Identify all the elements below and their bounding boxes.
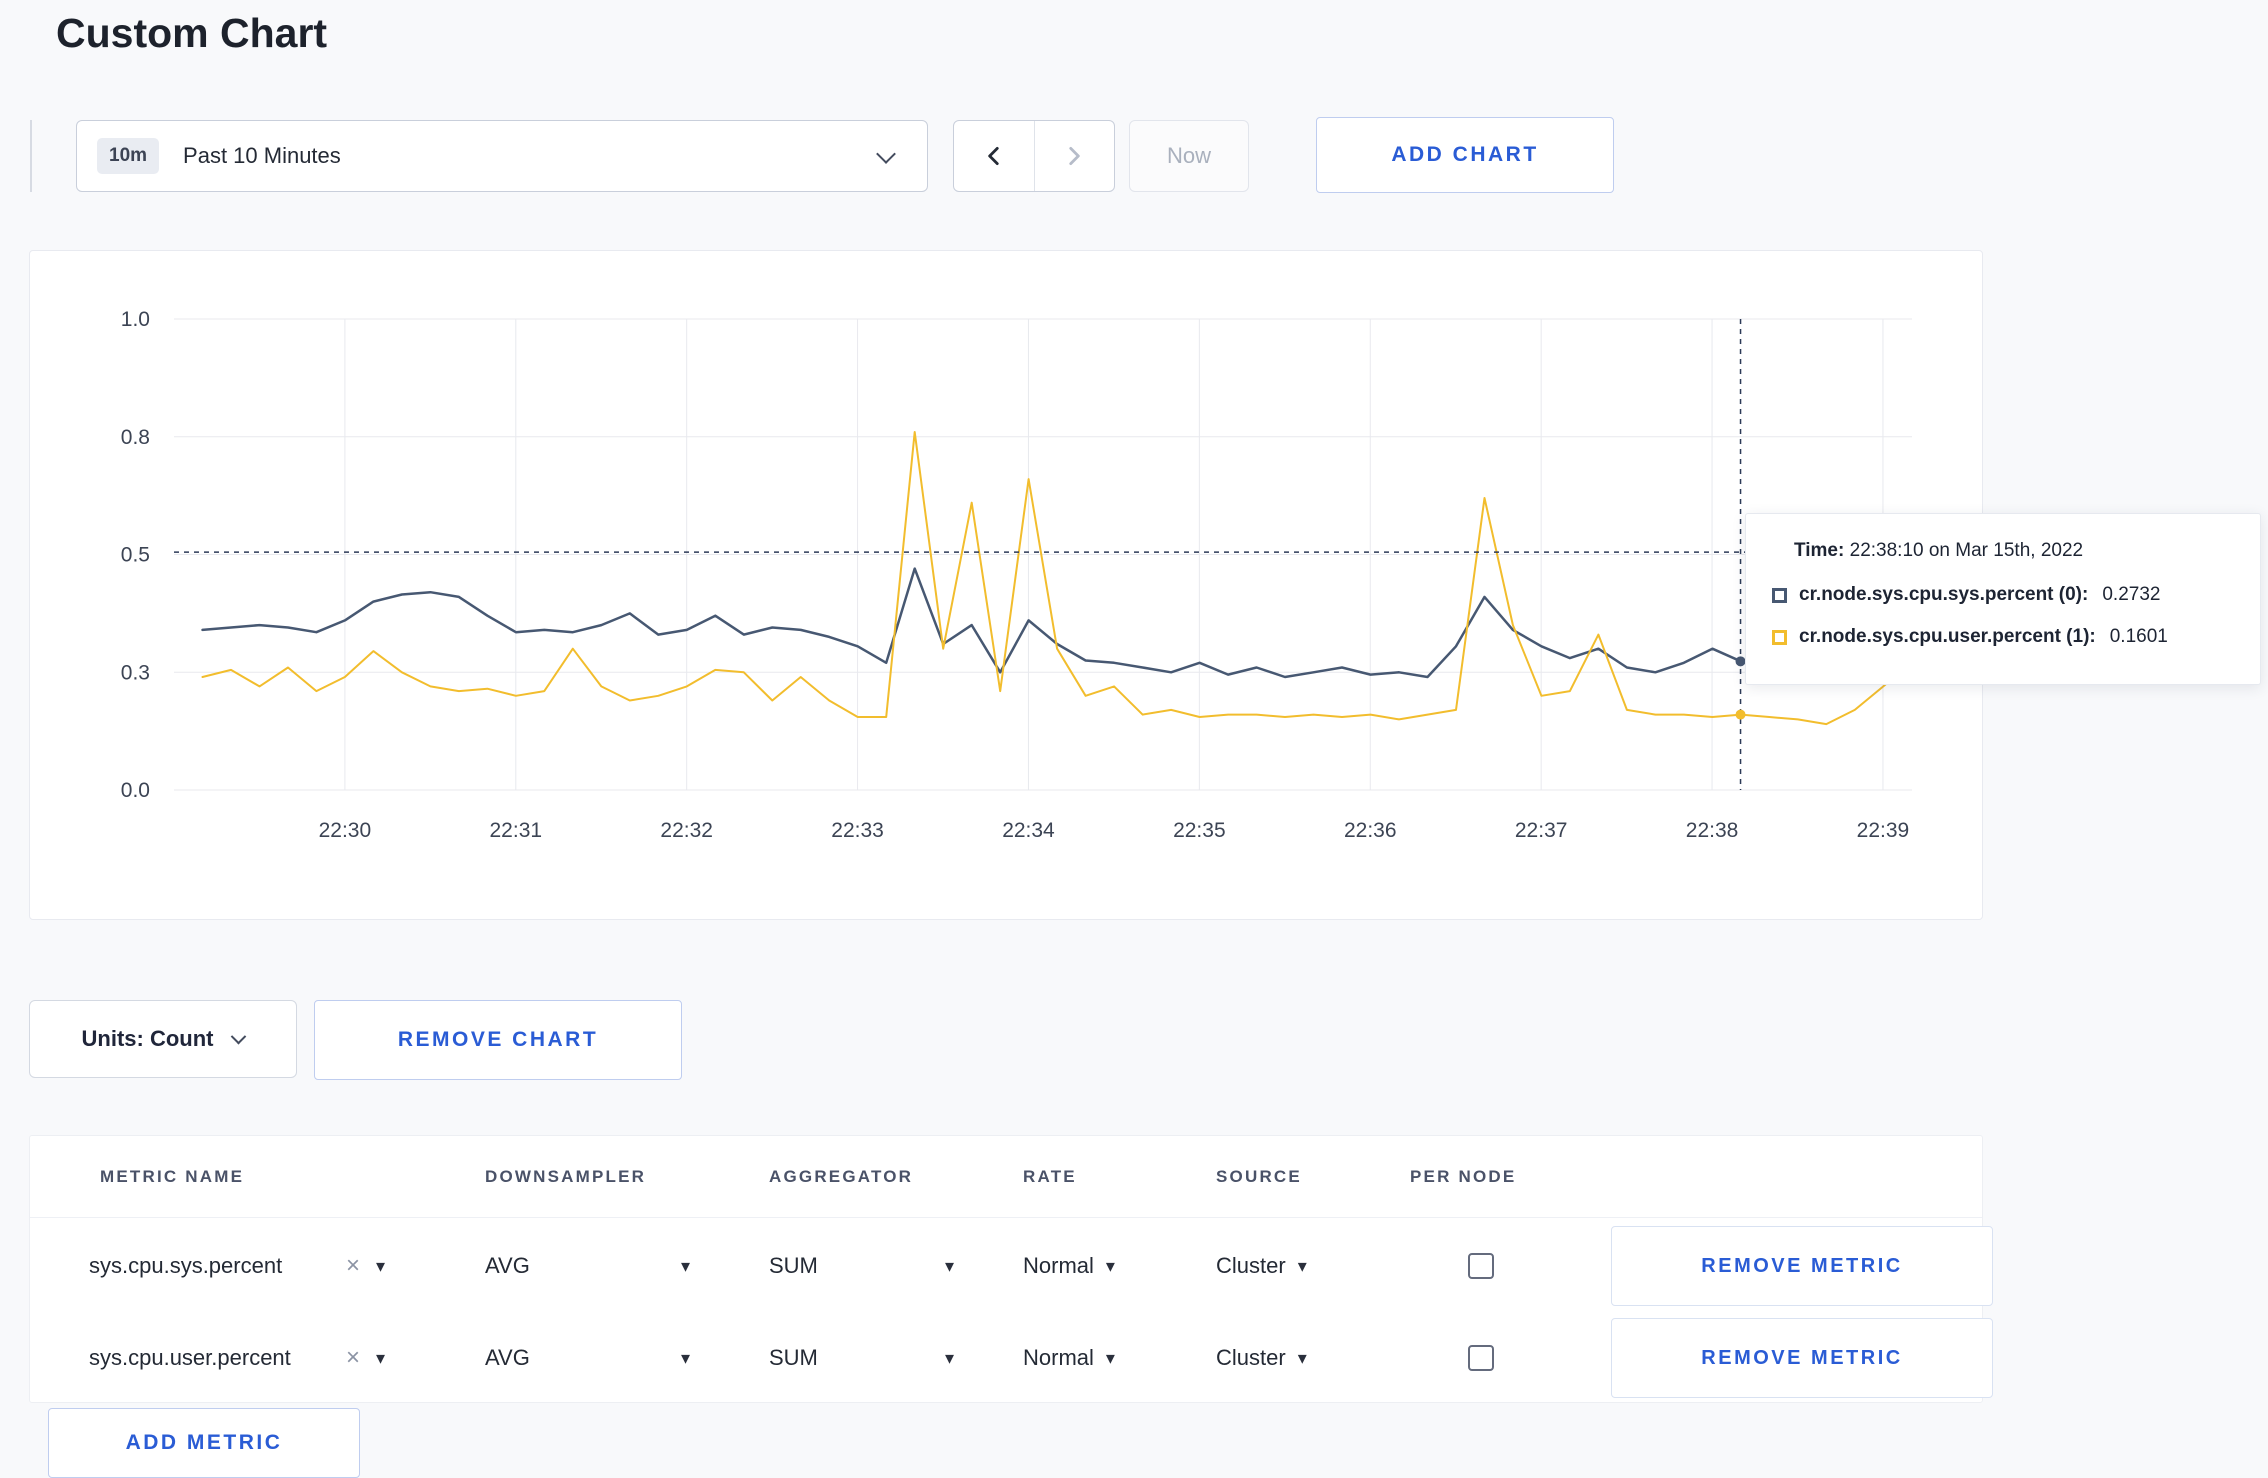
page-title: Custom Chart <box>56 10 328 56</box>
metric-name-value: sys.cpu.sys.percent <box>89 1253 283 1278</box>
per-node-checkbox[interactable] <box>1468 1253 1494 1279</box>
column-header-downsampler: DOWNSAMPLER <box>485 1167 647 1186</box>
aggregator-select[interactable]: SUM ▾ <box>769 1345 954 1371</box>
aggregator-select[interactable]: SUM ▾ <box>769 1253 954 1279</box>
source-select[interactable]: Cluster ▾ <box>1216 1253 1307 1279</box>
metrics-table-header: METRIC NAME DOWNSAMPLER AGGREGATOR RATE … <box>30 1136 1982 1218</box>
svg-text:0.5: 0.5 <box>121 544 150 567</box>
tooltip-series-sys-value: 0.2732 <box>2102 584 2161 605</box>
metric-row: sys.cpu.sys.percent × ▾ AVG ▾ SUM ▾ Norm… <box>30 1220 1993 1312</box>
previous-range-button[interactable] <box>954 121 1035 191</box>
aggregator-value: SUM <box>769 1345 818 1370</box>
svg-text:1.0: 1.0 <box>121 308 150 331</box>
caret-down-icon: ▾ <box>1297 1347 1307 1368</box>
source-value: Cluster <box>1216 1253 1286 1278</box>
column-header-per-node: PER NODE <box>1410 1167 1517 1186</box>
svg-text:0.8: 0.8 <box>121 426 150 449</box>
caret-down-icon: ▾ <box>944 1347 954 1368</box>
chevron-left-icon <box>988 147 999 165</box>
svg-text:22:39: 22:39 <box>1857 819 1910 842</box>
column-header-rate: RATE <box>1023 1167 1077 1186</box>
downsampler-value: AVG <box>485 1345 530 1370</box>
source-select[interactable]: Cluster ▾ <box>1216 1345 1307 1371</box>
remove-chart-button[interactable]: REMOVE CHART <box>314 1000 682 1080</box>
source-value: Cluster <box>1216 1345 1286 1370</box>
remove-metric-button[interactable]: REMOVE METRIC <box>1611 1226 1993 1306</box>
units-label: Units: Count <box>81 1026 214 1051</box>
per-node-cell <box>1410 1220 1552 1312</box>
toolbar-divider <box>30 120 32 192</box>
now-button[interactable]: Now <box>1129 120 1249 192</box>
aggregator-value: SUM <box>769 1253 818 1278</box>
svg-text:22:35: 22:35 <box>1173 819 1226 842</box>
clear-metric-icon[interactable]: × <box>346 1254 360 1278</box>
clear-metric-icon[interactable]: × <box>346 1346 360 1370</box>
svg-text:22:30: 22:30 <box>319 819 372 842</box>
column-header-aggregator: AGGREGATOR <box>769 1167 914 1186</box>
column-header-source: SOURCE <box>1216 1167 1302 1186</box>
rate-select[interactable]: Normal ▾ <box>1023 1253 1115 1279</box>
svg-text:22:36: 22:36 <box>1344 819 1397 842</box>
caret-down-icon: ▾ <box>680 1255 690 1276</box>
rate-value: Normal <box>1023 1253 1094 1278</box>
svg-text:22:33: 22:33 <box>831 819 884 842</box>
chevron-down-icon <box>876 144 896 164</box>
caret-down-icon: ▾ <box>944 1255 954 1276</box>
caret-down-icon: ▾ <box>375 1255 385 1276</box>
time-range-label: Past 10 Minutes <box>183 143 341 168</box>
rate-select[interactable]: Normal ▾ <box>1023 1345 1115 1371</box>
metric-name-value: sys.cpu.user.percent <box>89 1345 291 1370</box>
per-node-cell <box>1410 1312 1552 1404</box>
downsampler-select[interactable]: AVG ▾ <box>485 1253 690 1279</box>
per-node-checkbox[interactable] <box>1468 1345 1494 1371</box>
caret-down-icon: ▾ <box>680 1347 690 1368</box>
caret-down-icon: ▾ <box>1105 1347 1115 1368</box>
next-range-button[interactable] <box>1035 121 1115 191</box>
time-range-badge: 10m <box>97 138 160 174</box>
add-chart-button[interactable]: ADD CHART <box>1316 117 1614 193</box>
caret-down-icon: ▾ <box>1297 1255 1307 1276</box>
time-pager <box>953 120 1115 192</box>
caret-down-icon: ▾ <box>375 1347 385 1368</box>
caret-down-icon: ▾ <box>1105 1255 1115 1276</box>
tooltip-series-user-value: 0.1601 <box>2109 626 2168 647</box>
remove-metric-button[interactable]: REMOVE METRIC <box>1611 1318 1993 1398</box>
svg-text:22:31: 22:31 <box>490 819 543 842</box>
chart-panel: 0.0 0.3 0.5 0.8 1.0 22:30 22:31 22:32 22:33 22:34… <box>29 250 1983 920</box>
downsampler-value: AVG <box>485 1253 530 1278</box>
svg-text:22:37: 22:37 <box>1515 819 1568 842</box>
svg-text:22:38: 22:38 <box>1686 819 1739 842</box>
rate-value: Normal <box>1023 1345 1094 1370</box>
downsampler-select[interactable]: AVG ▾ <box>485 1345 690 1371</box>
time-range-dropdown[interactable]: 10m Past 10 Minutes <box>76 120 928 192</box>
chevron-down-icon <box>231 1028 247 1044</box>
svg-text:22:34: 22:34 <box>1002 819 1055 842</box>
chevron-right-icon <box>1069 147 1080 165</box>
svg-text:22:32: 22:32 <box>660 819 713 842</box>
add-metric-button[interactable]: ADD METRIC <box>48 1408 360 1478</box>
svg-text:0.3: 0.3 <box>121 661 150 684</box>
metric-name-select[interactable]: sys.cpu.sys.percent × ▾ <box>89 1253 385 1279</box>
column-header-metric-name: METRIC NAME <box>100 1167 245 1186</box>
metric-name-select[interactable]: sys.cpu.user.percent × ▾ <box>89 1345 385 1371</box>
metric-row: sys.cpu.user.percent × ▾ AVG ▾ SUM ▾ Nor… <box>30 1312 1993 1404</box>
svg-text:0.0: 0.0 <box>121 779 150 802</box>
chart-svg[interactable]: 0.0 0.3 0.5 0.8 1.0 22:30 22:31 22:32 22:33 22:34… <box>30 251 1982 901</box>
units-dropdown[interactable]: Units: Count <box>29 1000 297 1078</box>
metrics-table: METRIC NAME DOWNSAMPLER AGGREGATOR RATE … <box>29 1135 1993 1404</box>
